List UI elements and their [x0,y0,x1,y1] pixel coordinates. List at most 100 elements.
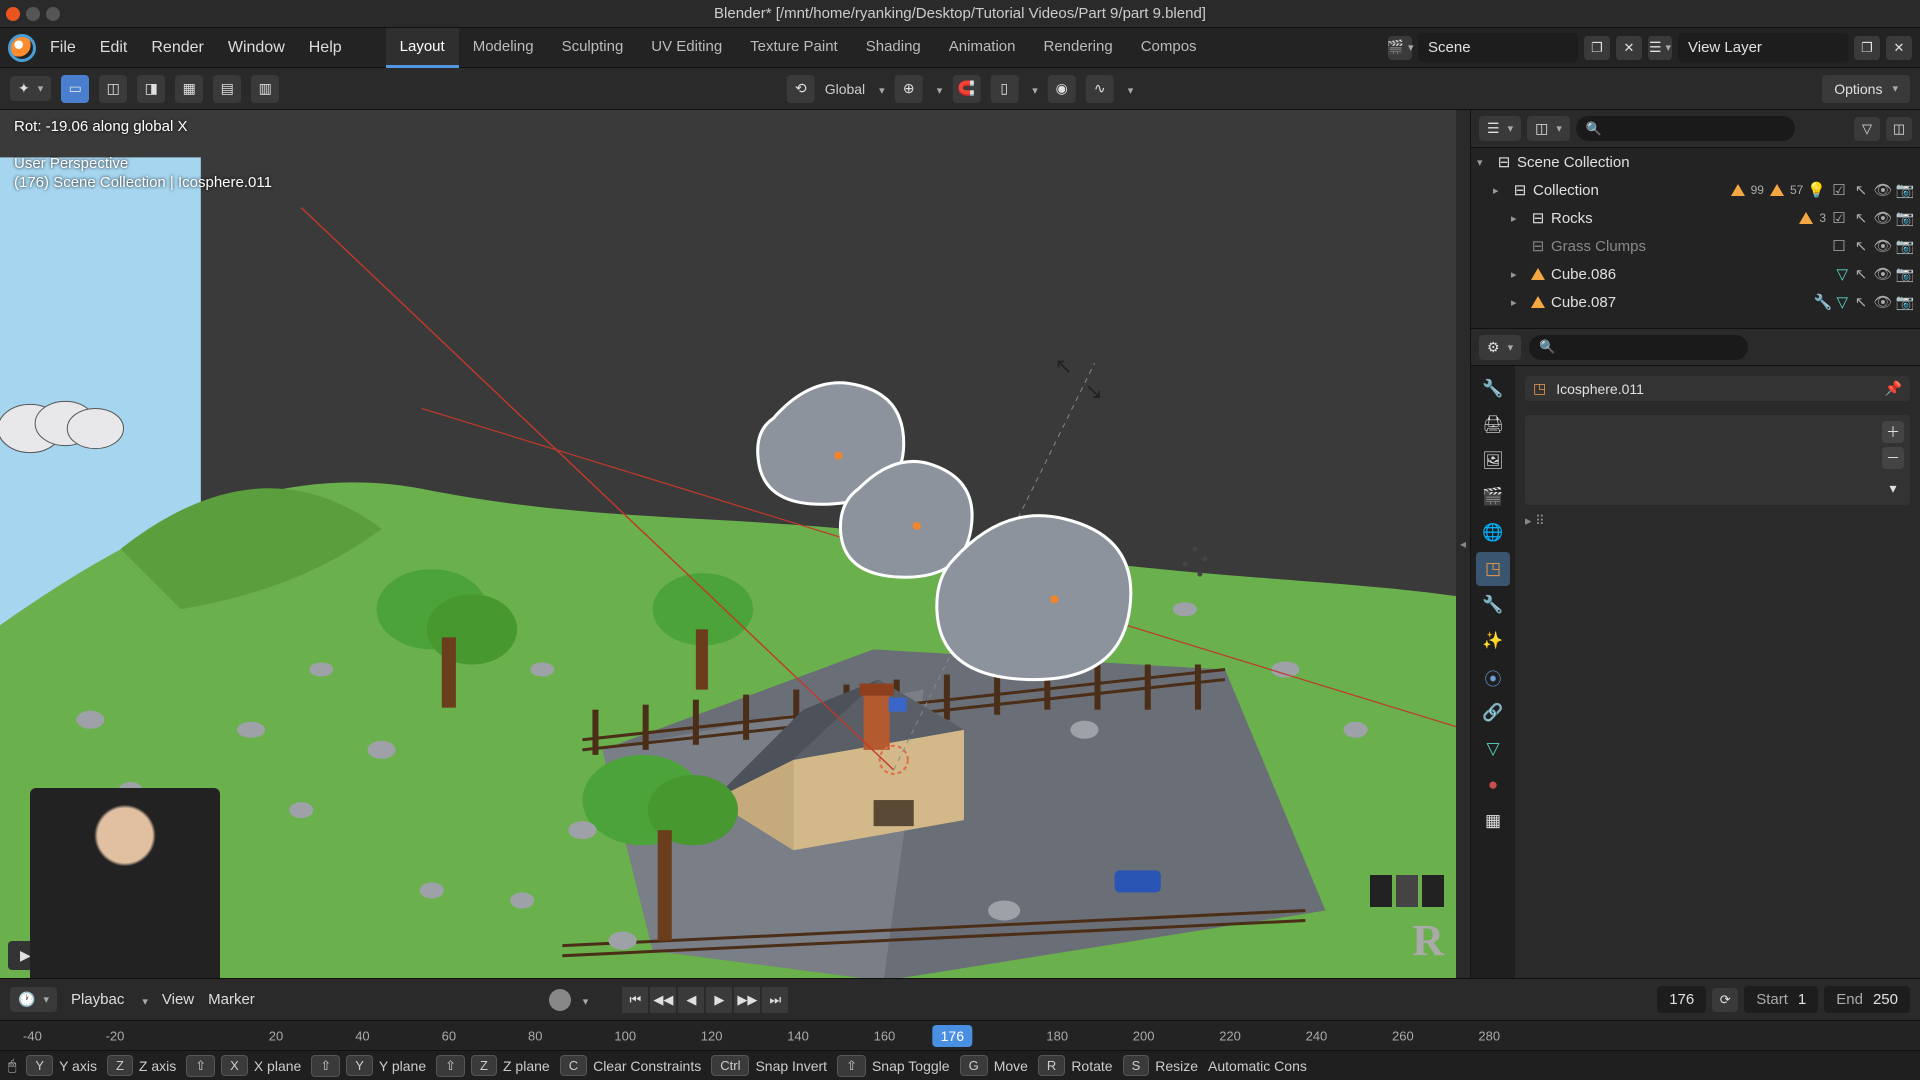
tab-layout[interactable]: Layout [386,28,459,68]
proportional-chevron-icon[interactable] [1124,81,1134,97]
tab-view-layer[interactable]: 🖼 [1476,444,1510,478]
expand-custom-prop-button[interactable]: ▾ [1882,477,1904,499]
tab-world[interactable]: 🌐 [1476,516,1510,550]
snap-toggle-button[interactable]: 🧲 [952,75,980,103]
tab-physics[interactable]: ⦿ [1476,660,1510,694]
keying-dropdown[interactable] [138,992,148,1008]
outliner-row-grass-clumps[interactable]: ⊟ Grass Clumps ☐↖👁📷 [1471,232,1920,260]
object-interaction-mode[interactable]: ✦ [10,76,51,101]
minimize-window-icon[interactable] [26,7,40,21]
restrict-icons[interactable]: ☑↖👁📷 [1830,181,1914,199]
proportional-edit-button[interactable]: ◉ [1048,75,1076,103]
snap-element-button[interactable]: ▯ [990,75,1018,103]
view-layer-list-icon[interactable]: ☰ [1648,36,1672,60]
maximize-window-icon[interactable] [46,7,60,21]
play-reverse-button[interactable]: ◀ [678,987,704,1013]
view-layer-input[interactable] [1678,33,1848,62]
tab-compositing[interactable]: Compos [1127,28,1211,68]
tab-object[interactable]: ◳ [1476,552,1510,586]
tab-material[interactable]: ● [1476,768,1510,802]
tab-output[interactable]: 🖨 [1476,408,1510,442]
blender-logo-icon[interactable] [8,34,36,62]
tab-modeling[interactable]: Modeling [459,28,548,68]
jump-to-end-button[interactable]: ⏭ [762,987,788,1013]
tab-scene[interactable]: 🎬 [1476,480,1510,514]
tab-animation[interactable]: Animation [935,28,1030,68]
playhead[interactable]: 176 [933,1025,972,1047]
jump-prev-keyframe-button[interactable]: ◀◀ [650,987,676,1013]
outliner-row-scene-collection[interactable]: ▾ ⊟ Scene Collection [1471,148,1920,176]
outliner-row-collection[interactable]: ▸ ⊟ Collection 99 57 💡 ☑↖👁📷 [1471,176,1920,204]
end-frame-input[interactable]: End 250 [1824,986,1910,1013]
marker-menu[interactable]: Marker [208,991,255,1008]
proportional-falloff-button[interactable]: ∿ [1086,75,1114,103]
outliner-view-mode[interactable]: ◫ [1527,116,1570,141]
tab-constraints[interactable]: 🔗 [1476,696,1510,730]
scene-delete-button[interactable]: ✕ [1616,36,1642,60]
timeline-ruler[interactable]: -40 -20 20 40 60 80 100 120 140 160 180 … [0,1020,1920,1050]
tab-rendering[interactable]: Rendering [1029,28,1126,68]
scene-list-icon[interactable]: 🎬 [1388,36,1412,60]
auto-keying-toggle[interactable] [549,989,571,1011]
select-tool-1[interactable]: ◫ [99,75,127,103]
menu-file[interactable]: File [40,33,86,63]
scene-name-input[interactable] [1418,33,1578,62]
outliner-display-mode[interactable]: ☰ [1479,116,1521,141]
active-object-row[interactable]: ◳ Icosphere.011 📌 [1525,376,1910,401]
restrict-icons[interactable]: ☐↖👁📷 [1830,237,1914,255]
select-tool-4[interactable]: ▤ [213,75,241,103]
properties-search-input[interactable] [1529,335,1748,360]
menu-help[interactable]: Help [299,33,352,63]
outliner-row-rocks[interactable]: ▸ ⊟ Rocks 3 ☑↖👁📷 [1471,204,1920,232]
snap-chevron-icon[interactable] [1028,81,1038,97]
remove-custom-prop-button[interactable]: － [1882,447,1904,469]
outliner-filter-button[interactable]: ▽ [1854,117,1880,141]
outliner-search-input[interactable] [1576,116,1795,141]
select-tool-5[interactable]: ▥ [251,75,279,103]
restrict-icons[interactable]: ↖👁📷 [1852,293,1914,311]
panel-disclosure[interactable]: ▸ ⠿ [1525,513,1910,529]
orientation-label[interactable]: Global [825,81,865,97]
close-window-icon[interactable] [6,7,20,21]
start-frame-input[interactable]: Start 1 [1744,986,1818,1013]
pin-icon[interactable]: 📌 [1885,380,1902,397]
tab-modifiers[interactable]: 🔧 [1476,588,1510,622]
tab-texture-paint[interactable]: Texture Paint [736,28,852,68]
jump-next-keyframe-button[interactable]: ▶▶ [734,987,760,1013]
select-tool-3[interactable]: ▦ [175,75,203,103]
current-frame-input[interactable]: 176 [1657,986,1706,1013]
menu-render[interactable]: Render [141,33,213,63]
collapse-handle[interactable]: ◂ [1456,110,1470,978]
keying-set-dropdown[interactable] [579,992,589,1008]
view-layer-delete-button[interactable]: ✕ [1886,36,1912,60]
select-box-tool[interactable]: ▭ [61,75,89,103]
tab-particles[interactable]: ✨ [1476,624,1510,658]
timeline-editor-type[interactable]: 🕐 [10,987,57,1012]
outliner-new-collection-button[interactable]: ◫ [1886,117,1912,141]
properties-editor-type[interactable]: ⚙ [1479,335,1521,360]
tab-data[interactable]: ▽ [1476,732,1510,766]
orientation-icon[interactable]: ⟲ [787,75,815,103]
frame-range-lock-icon[interactable]: ⟳ [1712,988,1738,1012]
play-button[interactable]: ▶ [706,987,732,1013]
orientation-chevron-icon[interactable] [875,81,885,97]
menu-edit[interactable]: Edit [90,33,138,63]
tab-uv-editing[interactable]: UV Editing [637,28,736,68]
viewport[interactable]: Rot: -19.06 along global X User Perspect… [0,110,1456,978]
view-menu[interactable]: View [162,991,194,1008]
restrict-icons[interactable]: ↖👁📷 [1852,265,1914,283]
menu-window[interactable]: Window [218,33,295,63]
add-custom-prop-button[interactable]: ＋ [1882,421,1904,443]
restrict-icons[interactable]: ☑↖👁📷 [1830,209,1914,227]
pivot-point-button[interactable]: ⊕ [895,75,923,103]
outliner-row-cube087[interactable]: ▸ Cube.087 🔧 ▽ ↖👁📷 [1471,288,1920,316]
outliner-row-cube086[interactable]: ▸ Cube.086 ▽ ↖👁📷 [1471,260,1920,288]
tab-shading[interactable]: Shading [852,28,935,68]
outliner-tree[interactable]: ▾ ⊟ Scene Collection ▸ ⊟ Collection 99 5… [1471,148,1920,328]
select-tool-2[interactable]: ◨ [137,75,165,103]
tab-sculpting[interactable]: Sculpting [548,28,638,68]
tab-render[interactable]: 🔧 [1476,372,1510,406]
playback-menu[interactable]: Playbac [71,991,124,1008]
tab-texture[interactable]: ▦ [1476,804,1510,838]
jump-to-start-button[interactable]: ⏮ [622,987,648,1013]
